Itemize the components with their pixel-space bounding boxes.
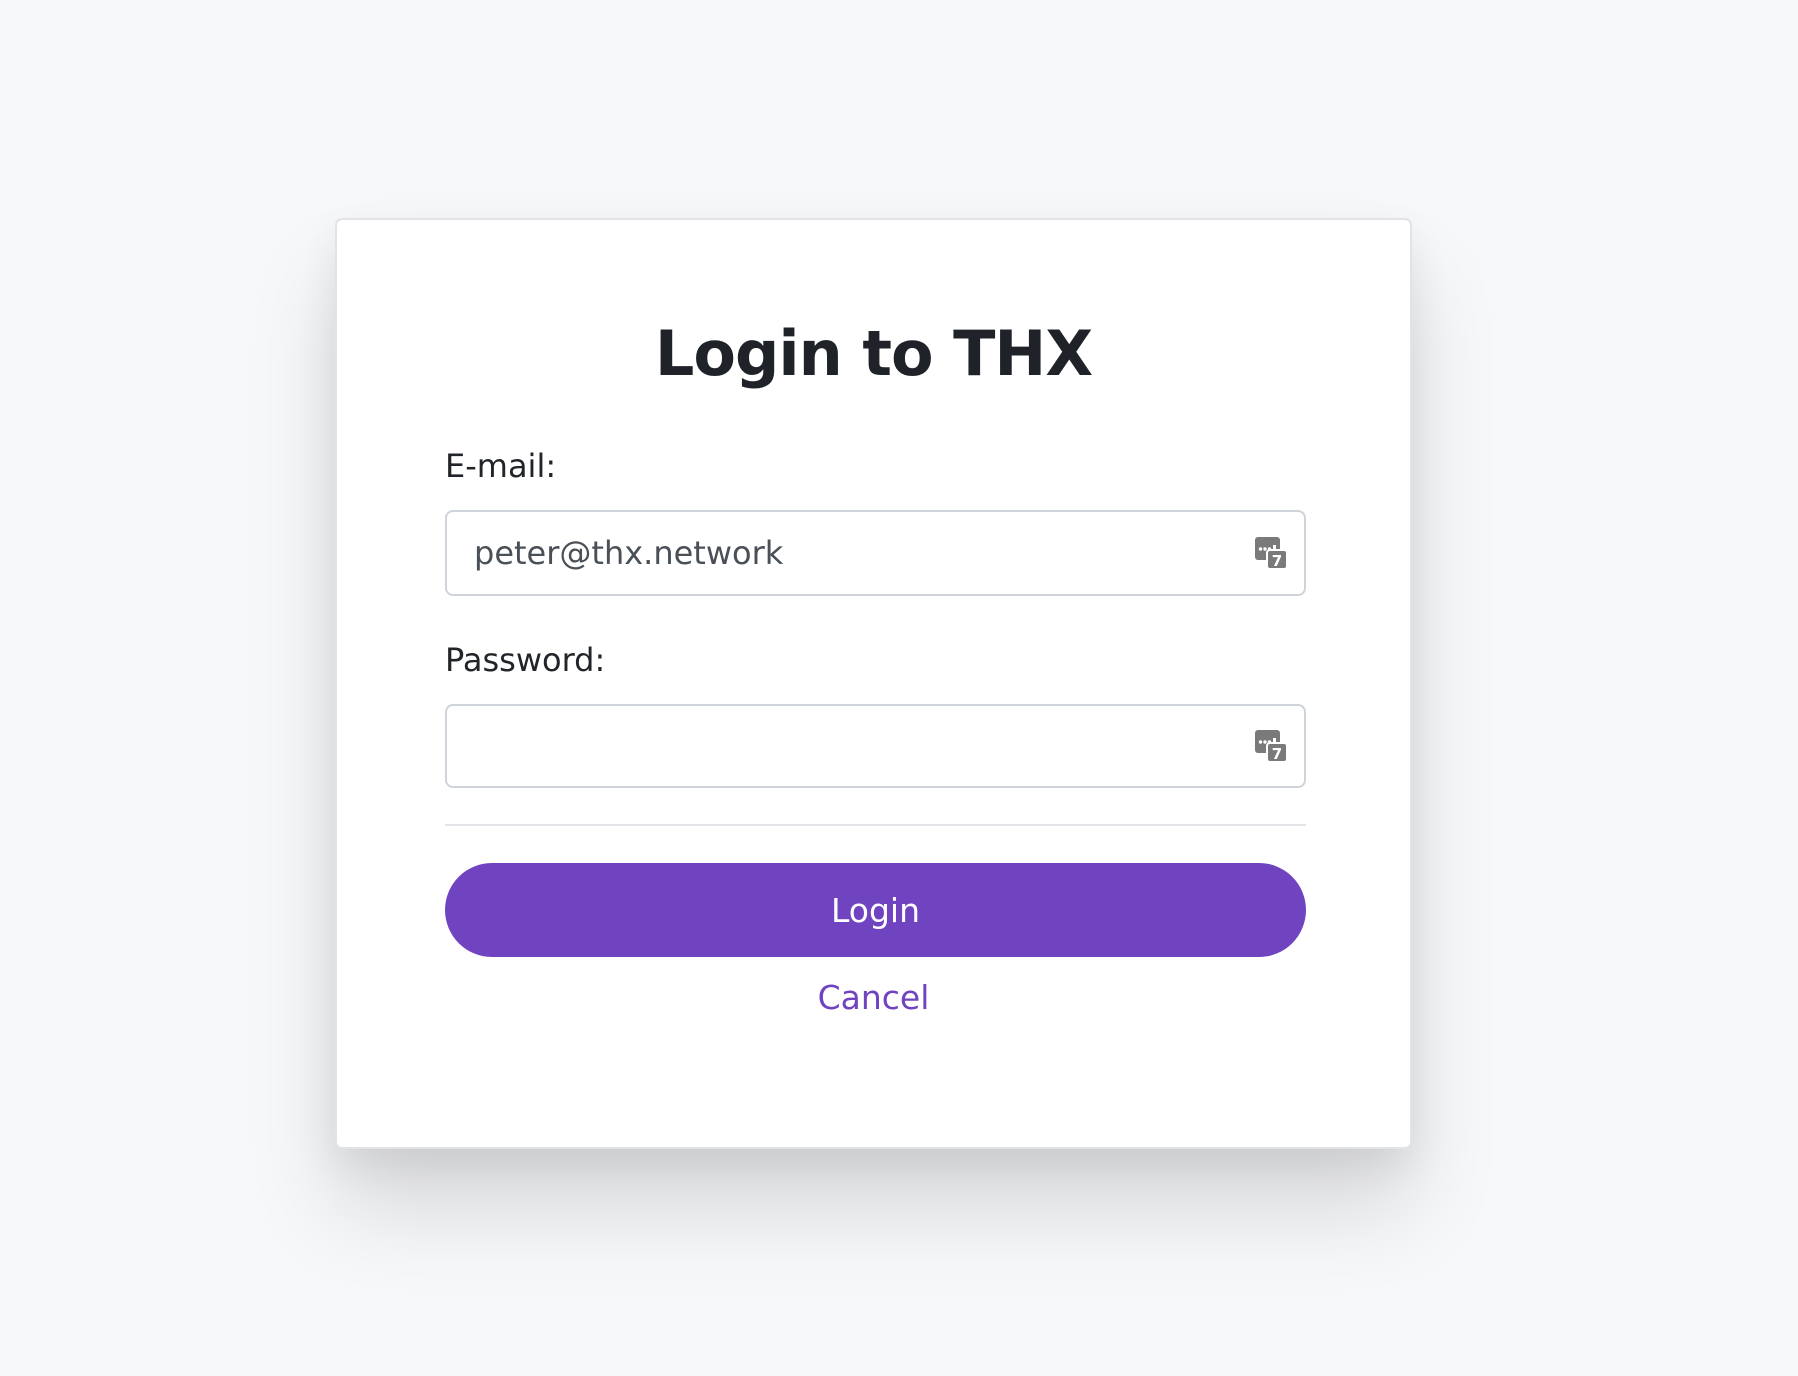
cancel-link[interactable]: Cancel (337, 978, 1410, 1018)
password-field[interactable] (447, 706, 1304, 786)
password-manager-badge: 7 (1272, 745, 1282, 763)
email-label: E-mail: (445, 447, 557, 485)
password-manager-badge: 7 (1272, 552, 1282, 570)
dialog-title: Login to THX (654, 317, 1093, 390)
email-field-wrapper: 7 (445, 510, 1306, 596)
login-dialog: Login to THX E-mail: 7 Password: 7 Login… (335, 218, 1412, 1149)
password-field-wrapper: 7 (445, 704, 1306, 788)
password-manager-icon[interactable]: 7 (1254, 536, 1288, 570)
form-divider (445, 824, 1306, 826)
email-field[interactable] (447, 512, 1304, 594)
password-manager-icon[interactable]: 7 (1254, 729, 1288, 763)
login-button[interactable]: Login (445, 863, 1306, 957)
password-label: Password: (445, 641, 606, 679)
